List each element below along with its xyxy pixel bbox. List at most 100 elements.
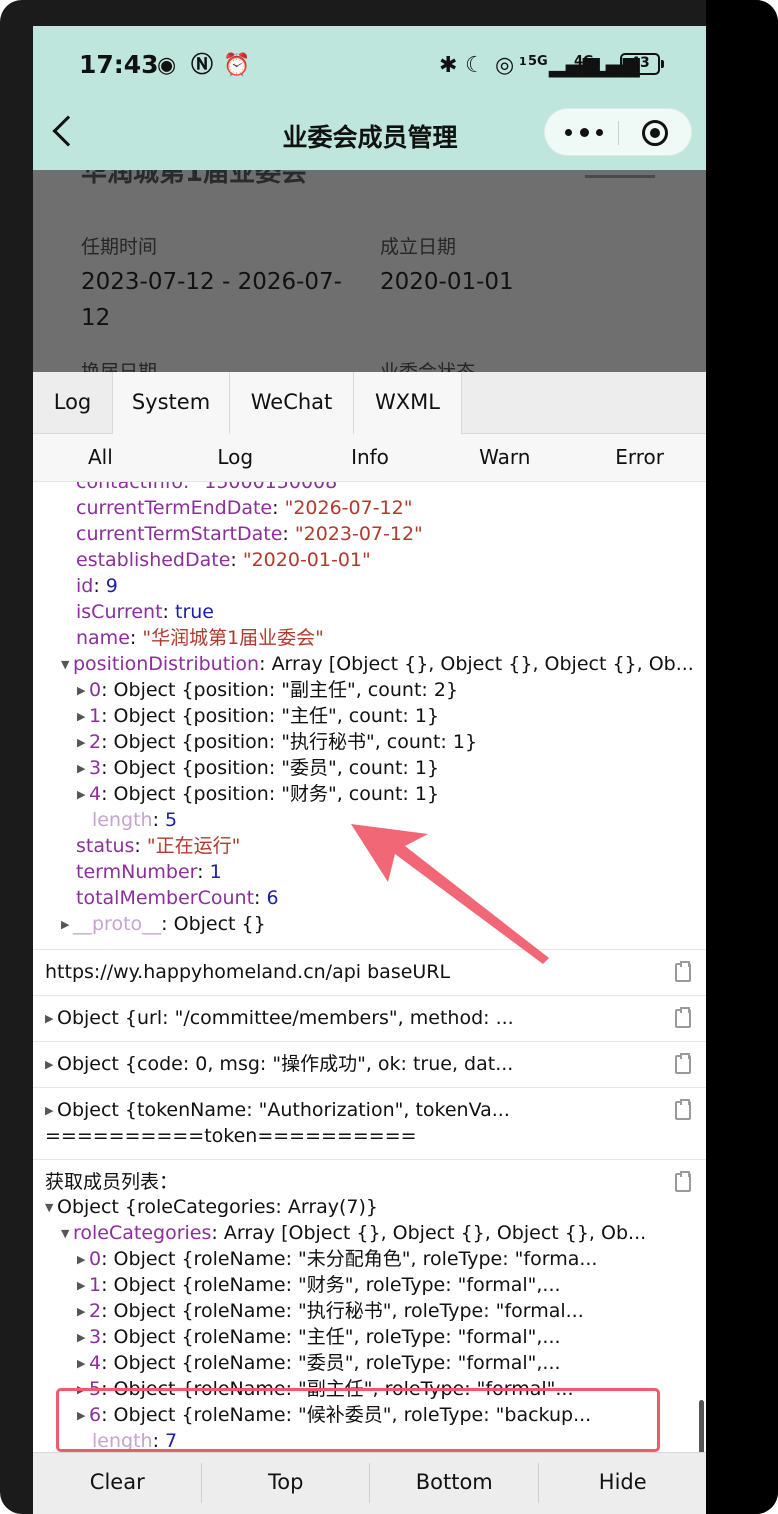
copy-icon[interactable] [675,1007,691,1028]
filter-all[interactable]: All [33,434,168,482]
log-entry-request[interactable]: ▶ Object {url: "/committee/members", meth… [33,995,707,1041]
tree-node[interactable]: ▶ 4: Object {position: "财务", count: 1} [77,781,439,807]
bottom-button[interactable]: Bottom [370,1453,539,1514]
log-text: ==========token========== [45,1125,417,1147]
collapse-triangle-icon: ▼ [61,657,70,671]
tab-system[interactable]: System [113,372,230,434]
log-entry-response[interactable]: ▶ Object {code: 0, msg: "操作成功", ok: true,… [33,1041,707,1087]
highlight-box [56,1388,660,1452]
sim-label-1: 1 [519,55,527,68]
eye-icon: ◉ [157,53,177,78]
nfc-icon: Ⓝ [191,53,214,78]
expand-triangle-icon: ▶ [77,787,86,801]
log-entry-baseurl: https://wy.happyhomeland.cn/api baseURL [33,949,707,995]
tab-log[interactable]: Log [33,372,113,434]
log-text: 获取成员列表： [45,1171,179,1193]
log-field: status: "正在运行" [76,835,241,857]
status-time: 17:43 [79,50,159,79]
log-field: currentTermEndDate: "2026-07-12" [76,497,413,519]
term-value: 2023-07-12 - 2026-07- [81,269,342,295]
expand-triangle-icon: ▶ [77,735,86,749]
vconsole-panel: Log System WeChat WXML All Log Info Warn… [33,372,707,1514]
edit-icon [585,170,655,178]
expand-triangle-icon: ▶ [77,683,86,697]
tree-node[interactable]: ▶ 2: Object {position: "执行秘书", count: 1} [77,729,477,755]
more-icon[interactable] [565,123,605,143]
tree-node[interactable]: ▶ 4: Object {roleName: "委员", roleType: "f… [77,1350,561,1376]
screen: 17:43 ◉ Ⓝ ⏰ ✱ ☾ ◎ 1 5G ▂▄▆ 4G ▂▄▆ 43 业委会… [33,26,707,1514]
tree-node-role-categories[interactable]: ▼ roleCategories: Array [Object {}, Objec… [61,1220,646,1246]
close-mini-program-icon[interactable] [642,120,668,146]
tree-node[interactable]: ▶ 1: Object {roleName: "财务", roleType: "f… [77,1272,561,1298]
expand-triangle-icon: ▶ [45,1057,54,1071]
copy-icon[interactable] [675,961,691,982]
tree-node[interactable]: ▶ 3: Object {position: "委员", count: 1} [77,755,439,781]
log-text: https://wy.happyhomeland.cn/api baseURL [45,961,451,983]
established-value: 2020-01-01 [380,269,514,295]
phone-frame: 17:43 ◉ Ⓝ ⏰ ✱ ☾ ◎ 1 5G ▂▄▆ 4G ▂▄▆ 43 业委会… [0,0,778,1514]
header: 17:43 ◉ Ⓝ ⏰ ✱ ☾ ◎ 1 5G ▂▄▆ 4G ▂▄▆ 43 业委会… [33,26,707,170]
status-bar: 17:43 ◉ Ⓝ ⏰ ✱ ☾ ◎ 1 5G ▂▄▆ 4G ▂▄▆ 43 [33,26,707,102]
expand-triangle-icon: ▶ [61,917,70,931]
expand-triangle-icon: ▶ [77,1278,86,1292]
bluetooth-icon: ✱ [439,53,458,78]
copy-icon[interactable] [675,1171,691,1192]
log-field: isCurrent: true [76,601,214,623]
expand-triangle-icon: ▶ [77,761,86,775]
committee-info-card: 华润城第1届业委会 任期时间 2023-07-12 - 2026-07- 12 … [33,170,707,372]
tree-node[interactable]: ▶ 1: Object {position: "主任", count: 1} [77,703,439,729]
log-scrollbar[interactable] [699,1400,704,1452]
expand-triangle-icon: ▶ [45,1103,54,1117]
hotspot-icon: ◎ [495,53,515,78]
copy-icon[interactable] [675,1099,691,1120]
vconsole-toolbar: Clear Top Bottom Hide [33,1452,707,1514]
collapse-triangle-icon: ▼ [45,1200,54,1214]
tree-node-object[interactable]: ▼ Object {roleCategories: Array(7)} [45,1194,378,1220]
log-text: ▶ Object {code: 0, msg: "操作成功", ok: true,… [45,1051,513,1078]
renewal-label: 换届日期 [81,361,158,372]
log-field: name: "华润城第1届业委会" [76,627,324,649]
filter-error[interactable]: Error [572,434,707,482]
expand-triangle-icon: ▶ [77,1330,86,1344]
log-field-length: length: 5 [92,809,178,831]
vconsole-tabs: Log System WeChat WXML [33,372,707,434]
expand-triangle-icon: ▶ [77,1356,86,1370]
filter-warn[interactable]: Warn [437,434,572,482]
tree-node[interactable]: ▶ 2: Object {roleName: "执行秘书", roleType: … [77,1298,584,1324]
tab-wechat[interactable]: WeChat [230,372,354,434]
committee-name: 华润城第1届业委会 [81,170,308,188]
established-label: 成立日期 [380,236,457,258]
log-field: currentTermStartDate: "2023-07-12" [76,523,423,545]
capsule-divider [618,121,619,145]
tab-wxml[interactable]: WXML [354,372,462,434]
sim-label-5g: 5G [528,54,548,69]
top-button[interactable]: Top [202,1453,371,1514]
battery-icon: 43 [620,53,664,75]
log-text: ▶ Object {url: "/committee/members", meth… [45,1005,514,1032]
navbar: 业委会成员管理 [33,106,707,166]
tree-node[interactable]: ▶ 3: Object {roleName: "主任", roleType: "f… [77,1324,561,1350]
tree-node-position-distribution[interactable]: ▼ positionDistribution: Array [Object {},… [61,651,694,677]
log-entry-token[interactable]: ▶ Object {tokenName: "Authorization", tok… [33,1087,707,1159]
tree-node[interactable]: ▶ 0: Object {position: "副主任", count: 2} [77,677,458,703]
tree-node-proto[interactable]: ▶ __proto__: Object {} [61,911,266,937]
committee-status-label: 业委会状态 [380,361,476,372]
log-line-clipped: contactInfo: "15000150008" [76,482,346,493]
filter-info[interactable]: Info [303,434,438,482]
expand-triangle-icon: ▶ [77,1304,86,1318]
expand-triangle-icon: ▶ [77,1252,86,1266]
expand-triangle-icon: ▶ [45,1011,54,1025]
hide-button[interactable]: Hide [539,1453,708,1514]
moon-icon: ☾ [465,53,485,78]
expand-triangle-icon: ▶ [77,709,86,723]
clear-button[interactable]: Clear [33,1453,202,1514]
mini-program-capsule [544,108,692,156]
collapse-triangle-icon: ▼ [61,1226,70,1240]
tree-node[interactable]: ▶ 0: Object {roleName: "未分配角色", roleType:… [77,1246,597,1272]
filter-log[interactable]: Log [168,434,303,482]
log-field: termNumber: 1 [76,861,222,883]
log-filters: All Log Info Warn Error [33,434,707,482]
term-label: 任期时间 [81,236,158,258]
log-field: id: 9 [76,575,118,597]
copy-icon[interactable] [675,1053,691,1074]
